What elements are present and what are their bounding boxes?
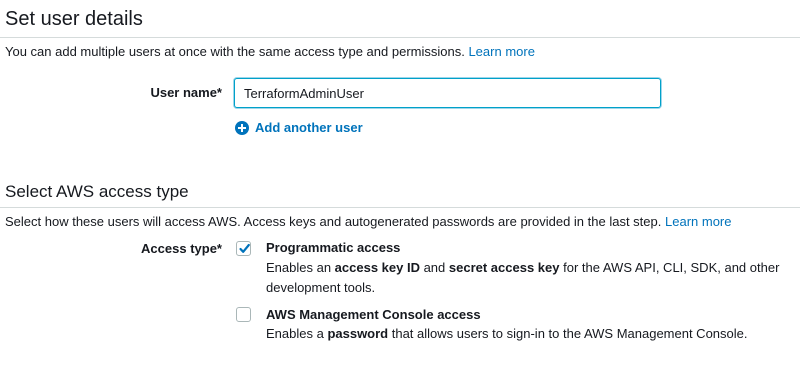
- desc-text: Enables an: [266, 260, 335, 275]
- desc-bold: secret access key: [448, 260, 560, 275]
- desc-bold: access key ID: [334, 260, 420, 275]
- user-details-learn-more-link[interactable]: Learn more: [468, 44, 534, 59]
- programmatic-access-description: Enables an access key ID and secret acce…: [266, 258, 786, 298]
- console-access-title: AWS Management Console access: [266, 307, 481, 322]
- section-divider: [0, 37, 800, 38]
- programmatic-access-title: Programmatic access: [266, 240, 401, 255]
- checkmark-icon: [239, 243, 250, 253]
- desc-text: and: [419, 260, 449, 275]
- plus-circle-icon: [235, 120, 249, 135]
- add-another-user-button[interactable]: Add another user: [235, 120, 363, 135]
- section-divider: [0, 207, 800, 208]
- user-details-description-text: You can add multiple users at once with …: [5, 44, 465, 59]
- access-type-description-text: Select how these users will access AWS. …: [5, 214, 662, 229]
- user-name-input[interactable]: [234, 78, 661, 108]
- desc-text: Enables a: [266, 326, 328, 341]
- desc-bold: password: [327, 326, 389, 341]
- set-user-details-heading: Set user details: [5, 8, 143, 30]
- user-name-label: User name*: [150, 85, 222, 100]
- console-access-checkbox[interactable]: [236, 307, 251, 322]
- add-another-user-label: Add another user: [255, 120, 363, 135]
- desc-text: that allows users to sign-in to the AWS …: [388, 326, 748, 341]
- access-type-description: Select how these users will access AWS. …: [5, 214, 731, 229]
- access-type-learn-more-link[interactable]: Learn more: [665, 214, 731, 229]
- access-type-heading: Select AWS access type: [5, 182, 189, 201]
- user-details-description: You can add multiple users at once with …: [5, 44, 535, 59]
- programmatic-access-checkbox[interactable]: [236, 241, 251, 256]
- access-type-label: Access type*: [141, 241, 222, 256]
- console-access-description: Enables a password that allows users to …: [266, 324, 786, 344]
